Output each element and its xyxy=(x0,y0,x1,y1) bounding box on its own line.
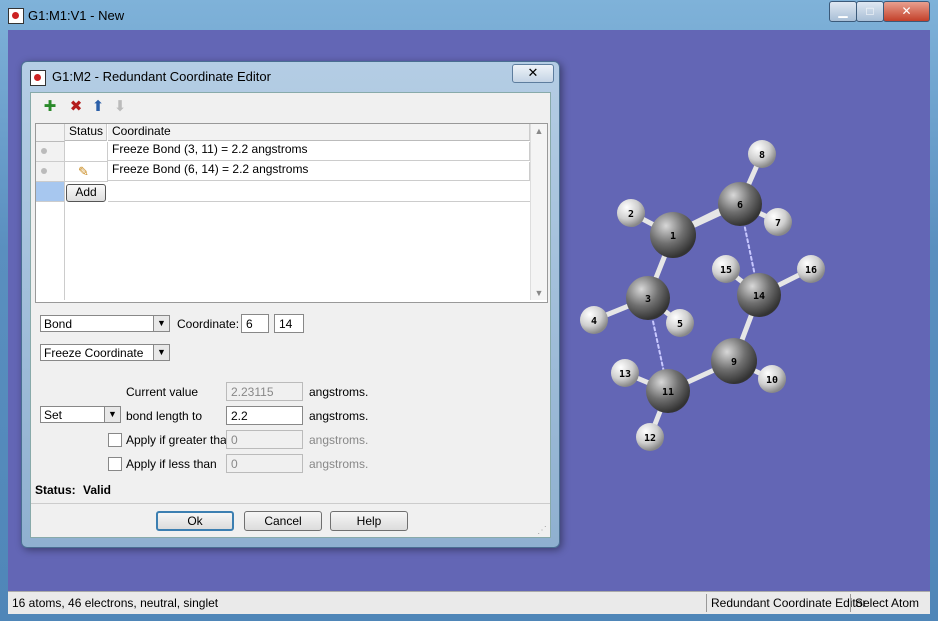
chevron-down-icon: ▼ xyxy=(153,345,169,360)
scroll-down-icon[interactable]: ▼ xyxy=(531,288,547,298)
greater-than-checkbox[interactable] xyxy=(108,433,122,447)
dialog-close-button[interactable]: ✕ xyxy=(512,64,554,83)
status-info: 16 atoms, 46 electrons, neutral, singlet xyxy=(12,596,219,610)
atom-label: 6 xyxy=(737,200,743,211)
new-row-handle[interactable] xyxy=(36,182,65,202)
atom-label: 11 xyxy=(662,387,674,398)
row-status-cell[interactable] xyxy=(65,142,108,162)
status-column-header[interactable]: Status xyxy=(65,124,107,141)
atom-labels: 1 2 3 4 5 6 7 8 9 10 11 12 13 14 15 16 xyxy=(591,150,817,444)
atom-label: 16 xyxy=(805,265,817,276)
status-action: Select Atom xyxy=(850,594,923,612)
redundant-coordinate-dialog[interactable]: G1:M2 - Redundant Coordinate Editor ✕ ✚ … xyxy=(21,61,560,548)
status-mode: Redundant Coordinate Editor xyxy=(706,594,870,612)
current-value-units: angstroms. xyxy=(309,385,369,399)
atom-label: 15 xyxy=(720,265,732,276)
window-title: G1:M1:V1 - New xyxy=(28,8,125,23)
atom-label: 9 xyxy=(731,357,737,368)
divider xyxy=(31,503,550,504)
atom-label: 8 xyxy=(759,150,765,161)
add-coordinate-icon[interactable]: ✚ xyxy=(41,98,59,116)
coordinate-type-select[interactable]: Bond ▼ xyxy=(40,315,170,332)
atom-label: 3 xyxy=(645,294,651,305)
chevron-down-icon: ▼ xyxy=(153,316,169,331)
table-row[interactable]: Freeze Bond (3, 11) = 2.2 angstroms xyxy=(108,142,530,161)
row-handle[interactable] xyxy=(36,142,65,162)
delete-icon[interactable]: ✖ xyxy=(67,98,85,116)
coordinate-label: Coordinate: xyxy=(177,317,240,331)
less-than-units: angstroms. xyxy=(309,457,369,471)
atoms xyxy=(580,140,825,451)
atom-label: 13 xyxy=(619,369,631,380)
atom-label: 2 xyxy=(628,209,634,220)
dialog-client: ✚ ✖ ⬆ ⬇ Status Coordinate Freeze Bond (3… xyxy=(30,92,551,538)
set-mode-select[interactable]: Set ▼ xyxy=(40,406,121,423)
greater-than-input[interactable]: 0 xyxy=(226,430,303,449)
atom-label: 14 xyxy=(753,291,765,302)
pencil-icon: ✎ xyxy=(78,164,89,179)
atom-label: 4 xyxy=(591,316,597,327)
column-divider xyxy=(64,202,65,300)
window-titlebar[interactable]: G1:M1:V1 - New ▁ □ ✕ xyxy=(0,0,938,30)
set-value-input[interactable]: 2.2 xyxy=(226,406,303,425)
table-scrollbar[interactable]: ▲ ▼ xyxy=(530,124,547,300)
atom-label: 5 xyxy=(677,319,683,330)
atom-label: 12 xyxy=(644,433,656,444)
current-value-field: 2.23115 xyxy=(226,382,303,401)
status-value: Valid xyxy=(83,483,112,497)
greater-than-label: Apply if greater than xyxy=(126,433,234,447)
set-value-units: angstroms. xyxy=(309,409,369,423)
app-icon xyxy=(8,8,24,24)
coordinate-atom-a-input[interactable]: 6 xyxy=(241,314,269,333)
chevron-down-icon: ▼ xyxy=(104,407,120,422)
status-bar: 16 atoms, 46 electrons, neutral, singlet… xyxy=(8,591,930,614)
atom-label: 7 xyxy=(775,218,781,229)
move-down-icon[interactable]: ⬇ xyxy=(111,98,129,116)
dialog-title: G1:M2 - Redundant Coordinate Editor xyxy=(52,69,271,84)
new-row-cell[interactable] xyxy=(108,182,531,202)
minimize-button[interactable]: ▁ xyxy=(829,1,857,22)
row-handle[interactable] xyxy=(36,162,65,182)
atom-label: 10 xyxy=(766,375,778,386)
close-button[interactable]: ✕ xyxy=(883,1,930,22)
resize-grip-icon[interactable]: ⋰ xyxy=(537,525,547,536)
ok-button[interactable]: Ok xyxy=(156,511,234,531)
coordinate-atom-b-input[interactable]: 14 xyxy=(274,314,304,333)
scroll-up-icon[interactable]: ▲ xyxy=(531,126,547,136)
table-row[interactable]: Freeze Bond (6, 14) = 2.2 angstroms xyxy=(108,162,530,181)
help-button[interactable]: Help xyxy=(330,511,408,531)
status-label: Status: xyxy=(35,483,76,497)
add-row-button[interactable]: Add xyxy=(66,184,106,202)
action-select[interactable]: Freeze Coordinate ▼ xyxy=(40,344,170,361)
set-label: bond length to xyxy=(126,409,203,423)
atom-label: 1 xyxy=(670,231,676,242)
current-value-label: Current value xyxy=(126,385,199,399)
coordinate-column-header[interactable]: Coordinate xyxy=(108,124,530,141)
less-than-input[interactable]: 0 xyxy=(226,454,303,473)
move-up-icon[interactable]: ⬆ xyxy=(89,98,107,116)
dialog-toolbar: ✚ ✖ ⬆ ⬇ xyxy=(31,93,550,119)
less-than-checkbox[interactable] xyxy=(108,457,122,471)
coordinate-table[interactable]: Status Coordinate Freeze Bond (3, 11) = … xyxy=(35,123,548,303)
dialog-app-icon xyxy=(30,70,46,86)
greater-than-units: angstroms. xyxy=(309,433,369,447)
table-corner xyxy=(36,124,65,142)
less-than-label: Apply if less than xyxy=(126,457,217,471)
cancel-button[interactable]: Cancel xyxy=(244,511,322,531)
maximize-button[interactable]: □ xyxy=(856,1,884,22)
row-status-cell[interactable]: ✎ xyxy=(65,162,108,182)
